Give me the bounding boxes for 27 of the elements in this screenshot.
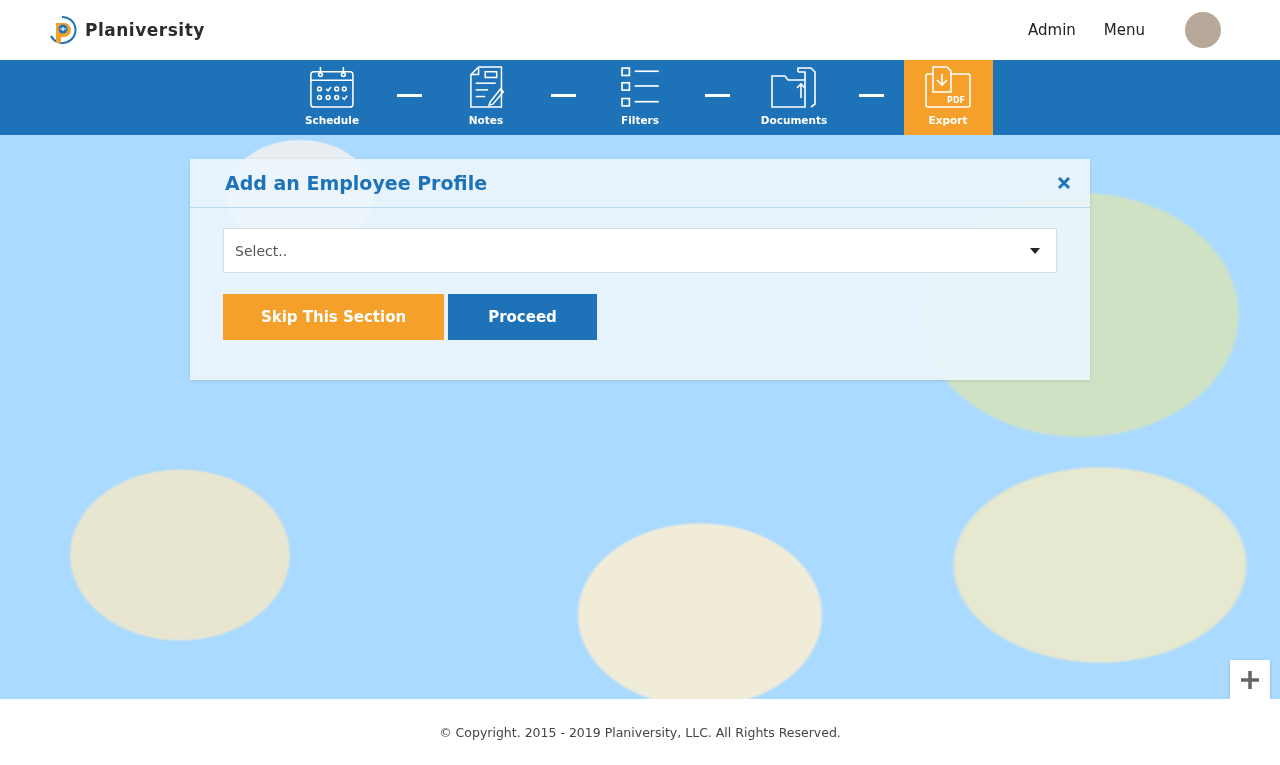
nav-link[interactable]: Menu [1103, 21, 1145, 39]
zoom-in-button[interactable] [1230, 660, 1270, 699]
plus-icon [1241, 670, 1259, 689]
step-tab[interactable]: Schedule [287, 60, 377, 135]
note-pencil-icon [468, 66, 504, 108]
step-tab[interactable]: Documents [749, 60, 839, 135]
dialog-title: Add an Employee Profile [225, 172, 488, 194]
step-connector [858, 94, 884, 97]
pdf-label: PDF [947, 96, 965, 105]
close-button[interactable] [1057, 176, 1071, 190]
caret-icon [1030, 247, 1040, 254]
close-icon [1057, 176, 1071, 190]
calendar-icon [309, 66, 355, 108]
step-connector [550, 94, 576, 97]
brand-name[interactable]: Planiversity [85, 20, 205, 40]
step-connector [704, 94, 730, 97]
nav-link[interactable]: Admin [1028, 21, 1076, 39]
checklist-icon [621, 66, 659, 108]
avatar-placeholder[interactable] [1185, 12, 1221, 48]
logo-icon [47, 15, 77, 45]
step-tab[interactable]: Filters [595, 60, 685, 135]
step-tab[interactable]: Notes [441, 60, 531, 135]
step-connector [396, 94, 422, 97]
copyright-text: © Copyright. 2015 - 2019 Planiversity, LLC. All Rights Reserved. [439, 724, 841, 740]
proceed-button[interactable]: Proceed [448, 294, 597, 340]
folder-upload-icon [771, 66, 817, 108]
employee-select[interactable]: Select.. [223, 228, 1057, 273]
